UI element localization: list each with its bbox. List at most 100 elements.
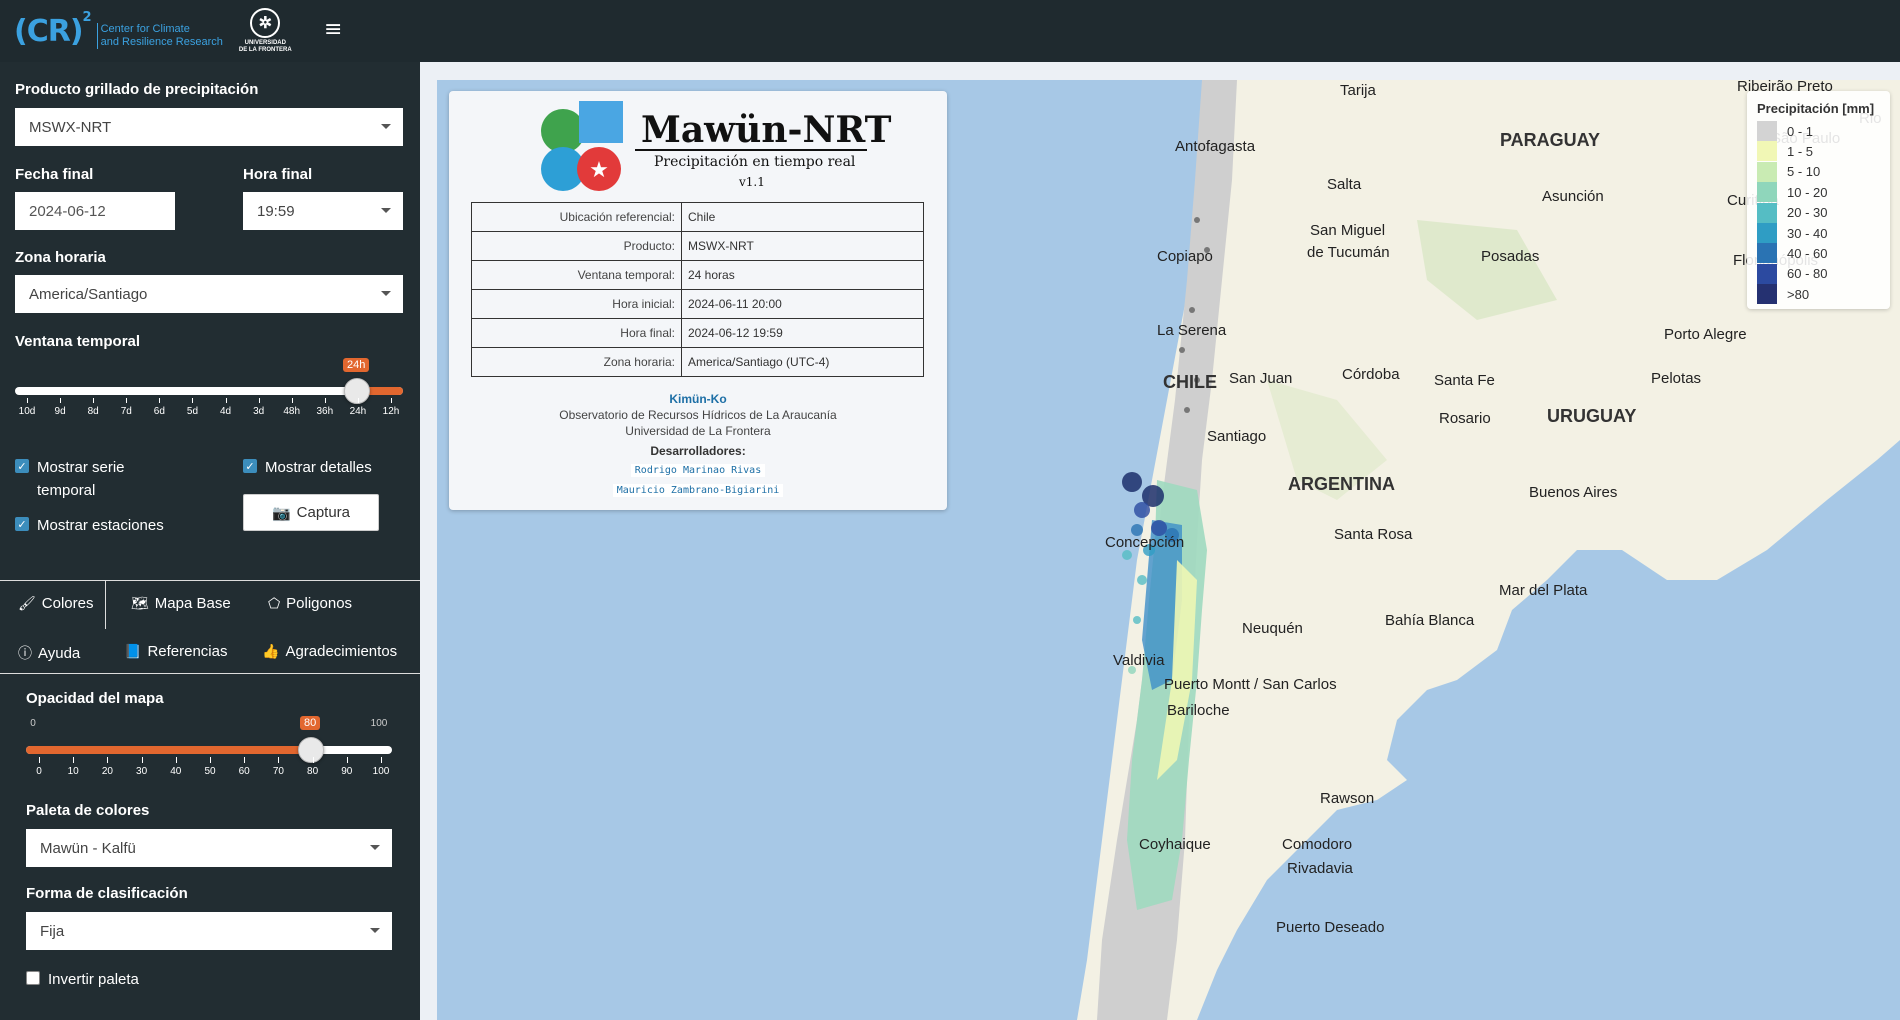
legend-item: 40 - 60 [1757, 243, 1877, 264]
classification-select-value: Fija [40, 922, 65, 940]
hour-select-value: 19:59 [257, 202, 295, 220]
legend-swatch [1757, 141, 1777, 162]
kimun-ko-link[interactable]: Kimün-Ko [449, 392, 947, 406]
timezone-label: Zona horaria [15, 249, 106, 266]
opacity-tick-mark [210, 757, 211, 763]
opacity-tick-label: 0 [36, 766, 42, 777]
opacity-tick-label: 20 [101, 766, 113, 777]
opacity-tick-label: 40 [170, 766, 182, 777]
developer-1[interactable]: Rodrigo Marinao Rivas [449, 464, 947, 477]
tab-colores-label: Colores [41, 595, 94, 612]
info-table-row: Hora final: 2024-06-12 19:59 [471, 318, 924, 348]
check-series[interactable]: ✓ Mostrar serie temporal [15, 456, 215, 502]
info-table-value: America/Santiago (UTC-4) [681, 347, 924, 377]
opacity-tick-mark [39, 757, 40, 763]
info-table-key: Ubicación referencial: [471, 202, 682, 232]
legend-label: 1 - 5 [1787, 143, 1814, 159]
map-place-label: Mar del Plata [1499, 582, 1588, 599]
capture-button[interactable]: 📷 Captura [243, 494, 379, 531]
palette-label: Paleta de colores [26, 802, 150, 819]
opacity-tick-mark [107, 757, 109, 763]
hour-select[interactable]: 19:59 [243, 192, 403, 230]
opacity-tick-label: 70 [272, 766, 284, 777]
window-tick-label: 10d [18, 406, 36, 417]
thumbs-up-icon: 👍 [262, 643, 280, 659]
info-table-key: Producto: [471, 231, 682, 261]
legend-label: 20 - 30 [1787, 205, 1828, 221]
checkbox-checked-icon: ✓ [15, 517, 29, 531]
capture-button-label: Captura [296, 504, 351, 521]
date-label: Fecha final [15, 166, 94, 183]
tab-bar: 🖌 Colores 🗺 Mapa Base ⬠ Poligonos ⓘ Ayud… [0, 580, 420, 674]
opacity-slider-handle[interactable] [298, 737, 324, 763]
timezone-select[interactable]: America/Santiago [15, 275, 403, 313]
tab-agradecimientos[interactable]: 👍 Agradecimientos [262, 643, 397, 660]
cr2-logo-line1: Center for Climate [100, 23, 190, 35]
info-table-row: Producto: MSWX-NRT [471, 231, 924, 261]
opacity-tick-mark [381, 757, 382, 763]
legend-item: 0 - 1 [1757, 121, 1877, 141]
tab-colores[interactable]: 🖌 Colores [18, 595, 93, 612]
map-place-label: Asunción [1542, 188, 1604, 205]
window-tick-label: 8d [87, 406, 99, 417]
opacity-slider-fill [26, 746, 312, 754]
classification-select[interactable]: Fija [26, 912, 392, 950]
product-label: Producto grillado de precipitación [15, 81, 259, 98]
checkbox-empty-icon [26, 971, 40, 985]
developers-label: Desarrolladores: [650, 444, 746, 458]
info-table-value: Chile [681, 202, 924, 232]
info-table-value: 24 horas [681, 260, 924, 290]
legend-swatch [1757, 161, 1777, 182]
check-stations-label: Mostrar estaciones [37, 517, 164, 534]
hamburger-menu-icon[interactable]: ≡ [324, 17, 342, 42]
map-place-label: Córdoba [1342, 366, 1400, 383]
polygon-icon: ⬠ [268, 595, 281, 611]
check-details-label: Mostrar detalles [265, 459, 372, 476]
legend-label: 5 - 10 [1787, 164, 1821, 180]
tab-ayuda[interactable]: ⓘ Ayuda [18, 643, 80, 663]
cr2-logo-text: Center for Climate and Resilience Resear… [96, 23, 223, 49]
check-stations[interactable]: ✓ Mostrar estaciones [15, 514, 164, 537]
window-tick-label: 9d [54, 406, 66, 417]
info-card: ★ Mawün-NRT Precipitación en tiempo real… [449, 91, 947, 510]
check-invert-palette[interactable]: Invertir paleta [26, 968, 139, 991]
legend-item: 30 - 40 [1757, 223, 1877, 243]
opacity-tick-label: 50 [204, 766, 216, 777]
ufro-logo[interactable]: ✲ UNIVERSIDAD DE LA FRONTERA [239, 8, 292, 54]
opacity-min-label: 0 [30, 718, 36, 729]
tab-ayuda-label: Ayuda [38, 644, 81, 662]
date-input[interactable]: 2024-06-12 [15, 192, 175, 230]
opacity-tick-label: 30 [136, 766, 148, 777]
window-tick-label: 7d [120, 406, 132, 417]
map-place-label: Buenos Aires [1529, 484, 1618, 501]
map-place-label: Posadas [1481, 248, 1540, 265]
window-tick-mark [391, 398, 392, 403]
map-place-label: Coyhaique [1139, 836, 1211, 853]
tab-mapa-base[interactable]: 🗺 Mapa Base [131, 595, 231, 612]
window-tick-mark [357, 398, 359, 403]
product-select[interactable]: MSWX-NRT [15, 108, 403, 146]
palette-select[interactable]: Mawün - Kalfü [26, 829, 392, 867]
camera-icon: 📷 [271, 504, 291, 522]
chevron-down-icon [381, 124, 391, 129]
opacity-max-label: 100 [370, 718, 388, 729]
tab-referencias[interactable]: 📘 Referencias [124, 643, 227, 660]
ufro-line2: DE LA FRONTERA [238, 47, 292, 53]
date-input-value: 2024-06-12 [29, 202, 106, 220]
tab-referencias-label: Referencias [147, 643, 228, 660]
map-place-label: Santa Fe [1434, 372, 1495, 389]
legend-item: >80 [1757, 284, 1877, 305]
window-tick-mark [60, 398, 62, 403]
window-tick-mark [93, 398, 95, 403]
cr2-logo[interactable]: (CR)2 [14, 10, 92, 49]
legend-swatch [1757, 263, 1777, 284]
window-tick-mark [159, 398, 161, 403]
window-tick-mark [225, 398, 227, 403]
window-tick-label: 5d [186, 406, 199, 417]
map-place-label: San Juan [1229, 370, 1293, 387]
check-details[interactable]: ✓ Mostrar detalles [243, 456, 372, 479]
legend-swatch [1757, 223, 1777, 243]
developer-2[interactable]: Mauricio Zambrano-Bigiarini [449, 484, 947, 497]
tab-poligonos[interactable]: ⬠ Poligonos [268, 595, 352, 612]
opacity-tick-mark [244, 757, 246, 763]
